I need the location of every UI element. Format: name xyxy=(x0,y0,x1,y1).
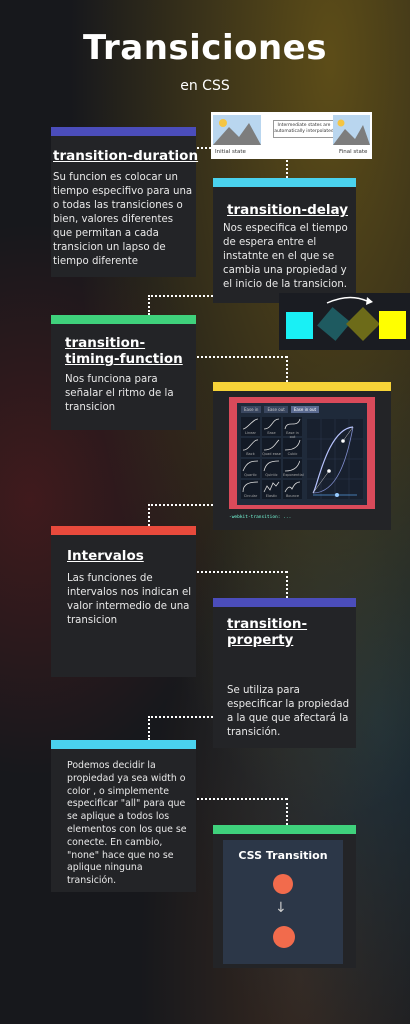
card-transition-duration: transition-duration Su funcion es coloca… xyxy=(51,127,198,277)
connector-dots xyxy=(286,571,288,598)
easing-curve-tile[interactable]: Quartic xyxy=(241,459,260,478)
tab-ease-out[interactable]: Ease out xyxy=(264,406,288,413)
easing-curve-tile[interactable]: Exponential xyxy=(283,459,304,478)
card-transition-timing-function: transition-timing-function Nos funciona … xyxy=(51,315,196,430)
easing-curve-tile[interactable]: Ease xyxy=(262,417,281,436)
connector-dots xyxy=(148,504,150,526)
bezier-curve-graph[interactable] xyxy=(307,419,363,499)
card-accent-bar xyxy=(213,382,391,391)
easing-curve-tile[interactable]: Linear xyxy=(241,417,260,436)
tab-ease-in-out[interactable]: Ease in out xyxy=(290,406,320,413)
mountain-icon xyxy=(333,119,370,145)
easing-tabs: Ease in Ease out Ease in out xyxy=(241,406,320,413)
ball-end xyxy=(273,926,295,948)
initial-state-image xyxy=(213,115,261,145)
arrow-icon xyxy=(366,297,373,305)
card-body: Su funcion es colocar un tiempo especifi… xyxy=(53,172,193,267)
code-footer: -webkit-transition: ... xyxy=(229,515,292,520)
easing-editor-panel: Ease in Ease out Ease in out Linear Ease… xyxy=(237,403,367,505)
ball-start xyxy=(273,874,293,894)
final-state-label: Final state xyxy=(339,149,368,155)
card-body: Se utiliza para especificar la propiedad… xyxy=(227,685,350,738)
connector-dots xyxy=(286,356,288,382)
page-subtitle: en CSS xyxy=(180,78,230,94)
card-body: Nos funciona para señalar el ritmo de la… xyxy=(65,374,174,413)
card-transition-delay: transition-delay Nos especifica el tiemp… xyxy=(213,178,356,303)
connector-dots xyxy=(286,798,288,825)
easing-curve-tile[interactable]: Quad ease xyxy=(262,438,281,457)
connector-dots xyxy=(148,504,213,506)
easing-curve-grid: Linear Ease Ease in out Back Quad ease C… xyxy=(241,417,304,499)
final-state-image xyxy=(333,115,370,145)
card-intervalos: Intervalos Las funciones de intervalos n… xyxy=(51,526,196,677)
card-css-transition-illustration: CSS Transition ↓ xyxy=(213,825,356,968)
page-title: Transiciones xyxy=(83,28,327,68)
connector-dots xyxy=(148,295,150,315)
card-accent-bar xyxy=(213,598,356,607)
card-body: Las funciones de intervalos nos indican … xyxy=(67,573,192,626)
card-accent-bar xyxy=(51,127,196,136)
easing-curve-tile[interactable]: Cubic xyxy=(283,438,302,457)
connector-dots xyxy=(197,356,287,358)
card-title: transition-delay xyxy=(227,202,349,218)
card-accent-bar xyxy=(213,178,356,187)
card-accent-bar xyxy=(51,526,196,535)
connector-dots xyxy=(197,798,287,800)
mountain-icon xyxy=(213,119,261,145)
color-squares-illustration xyxy=(286,296,406,341)
easing-curve-tile[interactable]: Circular xyxy=(241,480,260,499)
easing-curve-tile[interactable]: Bounce xyxy=(283,480,302,499)
card-accent-bar xyxy=(213,825,356,834)
card-timing-illustration: Ease in Ease out Ease in out Linear Ease… xyxy=(213,382,391,530)
connector-dots xyxy=(197,571,287,573)
easing-curve-tile[interactable]: Back xyxy=(241,438,260,457)
transition-delay-illustration xyxy=(279,293,410,350)
connector-dots xyxy=(148,716,213,718)
card-accent-bar xyxy=(51,740,196,749)
connector-dots xyxy=(148,716,150,740)
card-title: Intervalos xyxy=(67,548,144,564)
connector-dots xyxy=(286,160,288,178)
card-transition-property: transition-property Se utiliza para espe… xyxy=(213,598,356,748)
easing-editor-frame: Ease in Ease out Ease in out Linear Ease… xyxy=(229,397,375,509)
card-body: Podemos decidir la propiedad ya sea widt… xyxy=(67,760,187,887)
card-property-values: Podemos decidir la propiedad ya sea widt… xyxy=(51,740,196,892)
card-title: transition-duration xyxy=(53,148,199,164)
card-title: transition-property xyxy=(227,616,308,648)
arrow-down-icon: ↓ xyxy=(275,900,287,916)
css-transition-title: CSS Transition xyxy=(238,849,328,862)
card-accent-bar xyxy=(51,315,196,324)
easing-curve-tile[interactable]: Ease in out xyxy=(283,417,302,439)
card-body: Nos especifica el tiempo de espera entre… xyxy=(223,223,348,290)
css-transition-panel: CSS Transition ↓ xyxy=(223,840,343,964)
transition-duration-illustration: Intermediate states are automatically in… xyxy=(211,112,372,159)
card-title: transition-timing-function xyxy=(65,335,183,367)
easing-curve-tile[interactable]: Elastic xyxy=(262,480,281,499)
connector-dots xyxy=(148,295,213,297)
intermediate-note: Intermediate states are automatically in… xyxy=(273,120,335,138)
tab-ease-in[interactable]: Ease in xyxy=(241,406,262,413)
initial-state-label: Initial state xyxy=(215,149,246,155)
connector-dots xyxy=(197,147,211,149)
easing-curve-tile[interactable]: Quintic xyxy=(262,459,281,478)
